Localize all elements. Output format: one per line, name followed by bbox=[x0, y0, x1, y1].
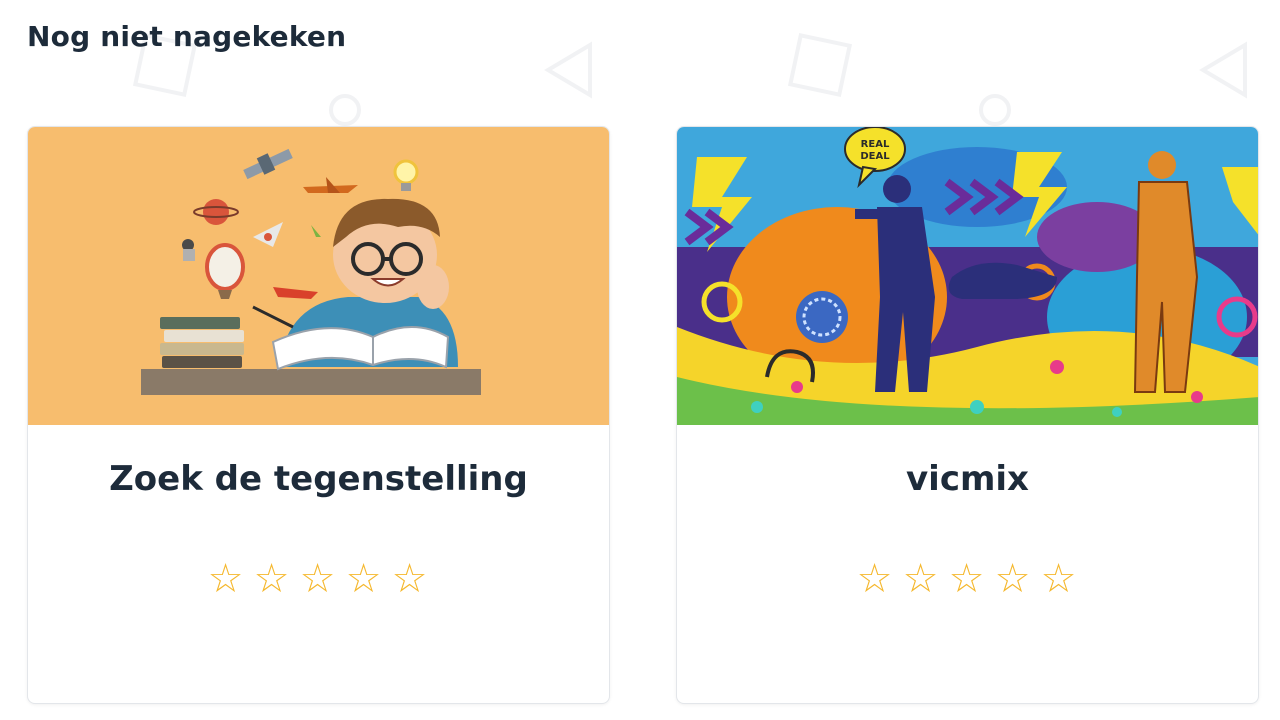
card-thumbnail-image bbox=[28, 127, 609, 425]
star-rating[interactable]: ☆ ☆ ☆ ☆ ☆ bbox=[28, 555, 609, 603]
star-icon[interactable]: ☆ bbox=[1037, 555, 1083, 603]
card-title: Zoek de tegenstelling bbox=[109, 459, 528, 499]
star-icon[interactable]: ☆ bbox=[342, 555, 388, 603]
card-title: vicmix bbox=[906, 459, 1029, 499]
star-icon[interactable]: ☆ bbox=[899, 555, 945, 603]
star-icon[interactable]: ☆ bbox=[388, 555, 434, 603]
section-title: Nog niet nagekeken bbox=[27, 20, 347, 53]
card-thumbnail-image: REAL DEAL bbox=[677, 127, 1258, 425]
star-rating[interactable]: ☆ ☆ ☆ ☆ ☆ bbox=[677, 555, 1258, 603]
quiz-card-vicmix[interactable]: REAL DEAL vicmix ☆ ☆ ☆ ☆ ☆ bbox=[676, 126, 1259, 704]
star-icon[interactable]: ☆ bbox=[250, 555, 296, 603]
quiz-card-zoek-de-tegenstelling[interactable]: Zoek de tegenstelling ☆ ☆ ☆ ☆ ☆ bbox=[27, 126, 610, 704]
star-icon[interactable]: ☆ bbox=[991, 555, 1037, 603]
speech-bubble-line1: REAL bbox=[861, 139, 890, 150]
star-icon[interactable]: ☆ bbox=[945, 555, 991, 603]
star-icon[interactable]: ☆ bbox=[853, 555, 899, 603]
star-icon[interactable]: ☆ bbox=[204, 555, 250, 603]
star-icon[interactable]: ☆ bbox=[296, 555, 342, 603]
speech-bubble-line2: DEAL bbox=[860, 151, 890, 162]
